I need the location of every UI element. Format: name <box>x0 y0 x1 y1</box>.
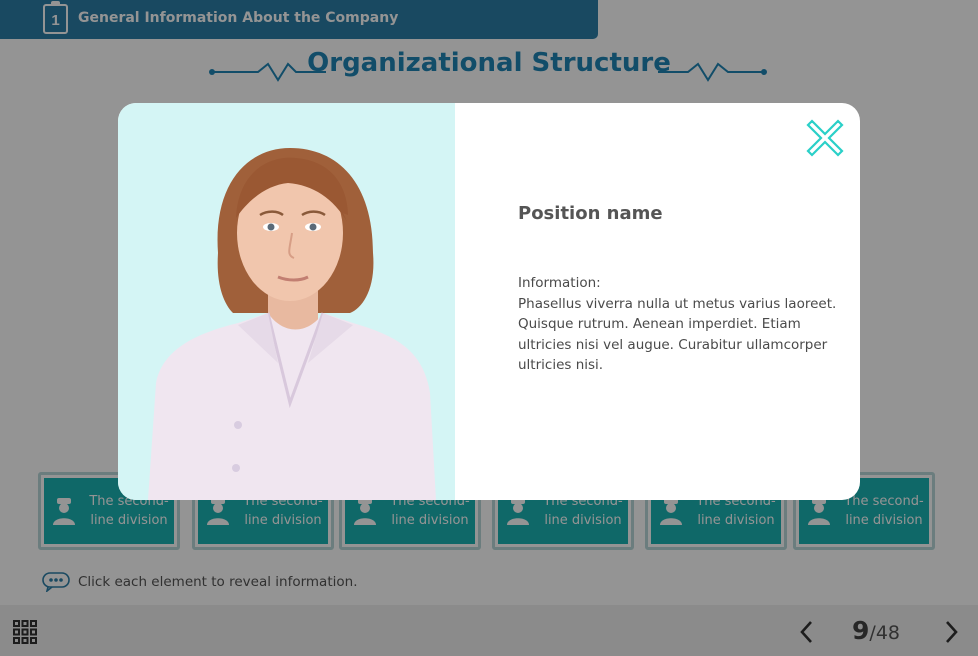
person-illustration <box>148 148 436 500</box>
position-name: Position name <box>518 203 663 224</box>
close-icon[interactable] <box>804 117 846 159</box>
info-block: Information: Phasellus viverra nulla ut … <box>518 273 848 376</box>
info-label: Information: <box>518 275 601 291</box>
info-text: Phasellus viverra nulla ut metus varius … <box>518 295 837 374</box>
info-modal: Position name Information: Phasellus viv… <box>118 103 860 500</box>
modal-content: Position name Information: Phasellus viv… <box>455 103 860 500</box>
person-photo <box>118 103 455 500</box>
